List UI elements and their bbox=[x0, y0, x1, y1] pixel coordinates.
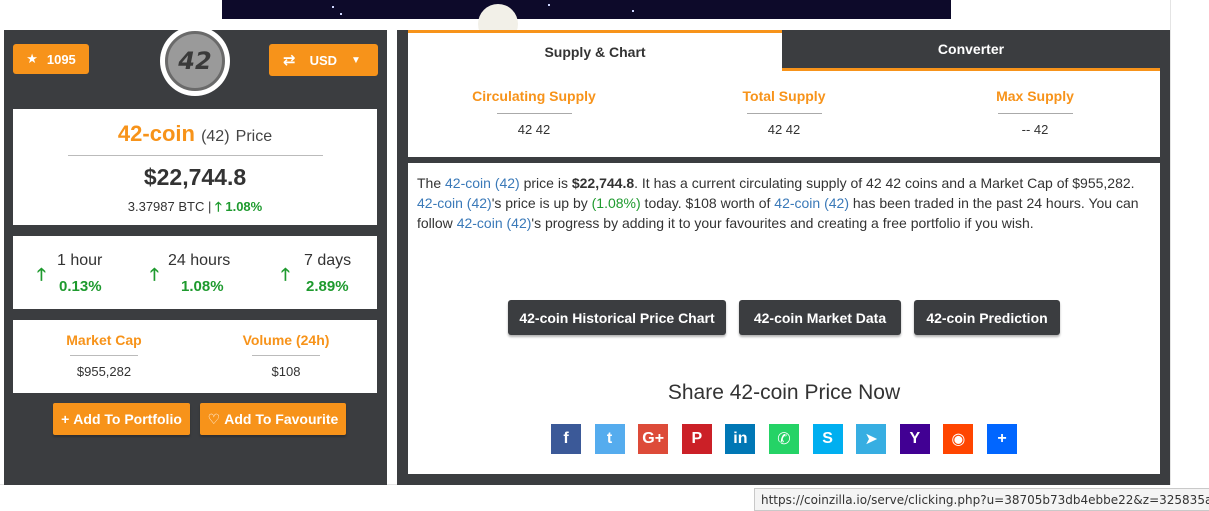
coin-name: 42-coin bbox=[117, 121, 195, 146]
desc-text: 's price is up by bbox=[491, 195, 592, 211]
banner-star bbox=[632, 10, 634, 12]
desc-text: The bbox=[417, 175, 446, 191]
arrow-up-icon: 🡑 bbox=[281, 265, 290, 284]
change-label: 1 hour bbox=[57, 252, 103, 269]
description-card: The 42-coin (42) price is $22,744.8. It … bbox=[408, 163, 1160, 474]
pinterest-icon[interactable]: P bbox=[681, 424, 712, 454]
market-data-button[interactable]: 42-coin Market Data bbox=[739, 300, 901, 335]
divider bbox=[252, 355, 320, 356]
tab-supply-chart[interactable]: Supply & Chart bbox=[408, 30, 782, 71]
divider bbox=[67, 155, 323, 156]
reddit-icon[interactable]: ◉ bbox=[943, 424, 974, 454]
facebook-icon[interactable]: f bbox=[551, 424, 581, 454]
add-to-favourite-button[interactable]: ♡ Add To Favourite bbox=[200, 403, 346, 435]
max-supply: Max Supply -- 42 bbox=[935, 88, 1135, 137]
desc-pct: (1.08%) bbox=[591, 195, 641, 211]
price-change-card: 🡑 1 hour 0.13% 🡑 24 hours 1.08% 🡑 7 days… bbox=[13, 236, 377, 309]
volume-label: Volume (24h) bbox=[242, 332, 330, 348]
total-supply: Total Supply 42 42 bbox=[684, 88, 884, 137]
circulating-supply-value: 42 42 bbox=[517, 122, 551, 137]
volume-value: $108 bbox=[271, 364, 301, 379]
add-to-portfolio-button[interactable]: + Add To Portfolio bbox=[53, 403, 190, 435]
change-label: 7 days bbox=[304, 252, 352, 269]
desc-text: today. $108 worth of bbox=[640, 195, 775, 211]
banner-star bbox=[332, 6, 334, 8]
whatsapp-icon[interactable]: ✆ bbox=[769, 424, 799, 454]
price-btc: 3.37987 BTC | 🡑 1.08% bbox=[13, 198, 377, 220]
page-right-border bbox=[1170, 0, 1171, 485]
desc-text: 's progress by adding it to your favouri… bbox=[531, 215, 1034, 231]
max-supply-value: -- 42 bbox=[1021, 122, 1049, 137]
market-stats-card: Market Cap $955,282 Volume (24h) $108 bbox=[13, 320, 377, 393]
top-banner-ad[interactable] bbox=[222, 0, 951, 44]
desc-text: . It has a current circulating supply of… bbox=[634, 175, 1135, 191]
title-suffix: Price bbox=[235, 128, 273, 145]
historical-price-chart-button[interactable]: 42-coin Historical Price Chart bbox=[508, 300, 726, 335]
status-bar-url: https://coinzilla.io/serve/clicking.php?… bbox=[754, 488, 1209, 511]
swap-arrows-icon: ⇄ bbox=[283, 52, 296, 69]
change-24h: 1.08% bbox=[225, 199, 263, 214]
prediction-button[interactable]: 42-coin Prediction bbox=[914, 300, 1060, 335]
coin-detail-panel: Supply & Chart Converter Circulating Sup… bbox=[397, 30, 1170, 485]
coin-summary-panel: ★ 1095 42 ⇄ USD ▼ 42-coin (42) Price $22… bbox=[4, 26, 387, 485]
more-share-icon[interactable]: + bbox=[987, 424, 1017, 454]
coin-logo-image: 42 bbox=[165, 31, 225, 91]
rank-badge: ★ 1095 bbox=[13, 44, 89, 74]
desc-text: price is bbox=[519, 175, 572, 191]
page-title: 42-coin (42) Price bbox=[13, 121, 377, 147]
banner-star bbox=[548, 4, 550, 6]
circulating-supply-label: Circulating Supply bbox=[472, 88, 596, 104]
btc-value: 3.37987 BTC | bbox=[127, 199, 212, 214]
linkedin-icon[interactable]: in bbox=[725, 424, 756, 454]
banner-star bbox=[340, 13, 342, 15]
coin-symbol: (42) bbox=[201, 128, 230, 145]
tab-converter[interactable]: Converter bbox=[782, 30, 1160, 71]
star-icon: ★ bbox=[26, 51, 38, 66]
price-value: $22,744.8 bbox=[143, 164, 247, 190]
change-value: 1.08% bbox=[181, 278, 224, 295]
skype-icon[interactable]: S bbox=[812, 424, 843, 454]
plus-icon: + bbox=[61, 411, 70, 427]
telegram-icon[interactable]: ➤ bbox=[856, 424, 887, 454]
divider bbox=[746, 113, 822, 114]
volume: Volume (24h) $108 bbox=[206, 332, 366, 379]
divider bbox=[70, 355, 138, 356]
twitter-icon[interactable]: t bbox=[594, 424, 625, 454]
coin-link[interactable]: 42-coin (42) bbox=[445, 175, 520, 191]
supply-card: Circulating Supply 42 42 Total Supply 42… bbox=[408, 71, 1160, 157]
currency-label: USD bbox=[309, 52, 338, 68]
arrow-up-icon: 🡑 bbox=[37, 265, 46, 284]
desc-price: $22,744.8 bbox=[571, 175, 635, 191]
market-cap-value: $955,282 bbox=[76, 364, 132, 379]
price-card: 42-coin (42) Price $22,744.8 3.37987 BTC… bbox=[13, 109, 377, 225]
share-title: Share 42-coin Price Now bbox=[667, 381, 901, 404]
change-value: 0.13% bbox=[59, 278, 102, 295]
arrow-up-icon: 🡑 bbox=[150, 265, 159, 284]
divider bbox=[496, 113, 572, 114]
coin-link[interactable]: 42-coin (42) bbox=[417, 195, 492, 211]
arrow-up-icon: 🡑 bbox=[214, 199, 222, 214]
google-plus-icon[interactable]: G+ bbox=[638, 424, 669, 454]
add-to-favourite-label: Add To Favourite bbox=[224, 411, 339, 427]
coin-link[interactable]: 42-coin (42) bbox=[457, 215, 532, 231]
heart-icon: ♡ bbox=[207, 410, 221, 427]
rank-value: 1095 bbox=[46, 51, 76, 67]
chevron-down-icon: ▼ bbox=[351, 54, 361, 66]
market-cap: Market Cap $955,282 bbox=[24, 332, 184, 379]
divider bbox=[997, 113, 1073, 114]
currency-select-button[interactable]: ⇄ USD ▼ bbox=[269, 44, 378, 76]
total-supply-label: Total Supply bbox=[742, 88, 826, 104]
market-cap-label: Market Cap bbox=[66, 332, 142, 348]
yahoo-icon[interactable]: Y bbox=[899, 424, 930, 454]
max-supply-label: Max Supply bbox=[996, 88, 1074, 104]
add-to-portfolio-label: Add To Portfolio bbox=[73, 411, 182, 427]
coin-link[interactable]: 42-coin (42) bbox=[774, 195, 849, 211]
coin-logo: 42 bbox=[160, 26, 230, 96]
coin-description: The 42-coin (42) price is $22,744.8. It … bbox=[417, 173, 1157, 233]
change-value: 2.89% bbox=[306, 278, 349, 295]
total-supply-value: 42 42 bbox=[767, 122, 801, 137]
change-label: 24 hours bbox=[168, 252, 231, 269]
circulating-supply: Circulating Supply 42 42 bbox=[434, 88, 634, 137]
